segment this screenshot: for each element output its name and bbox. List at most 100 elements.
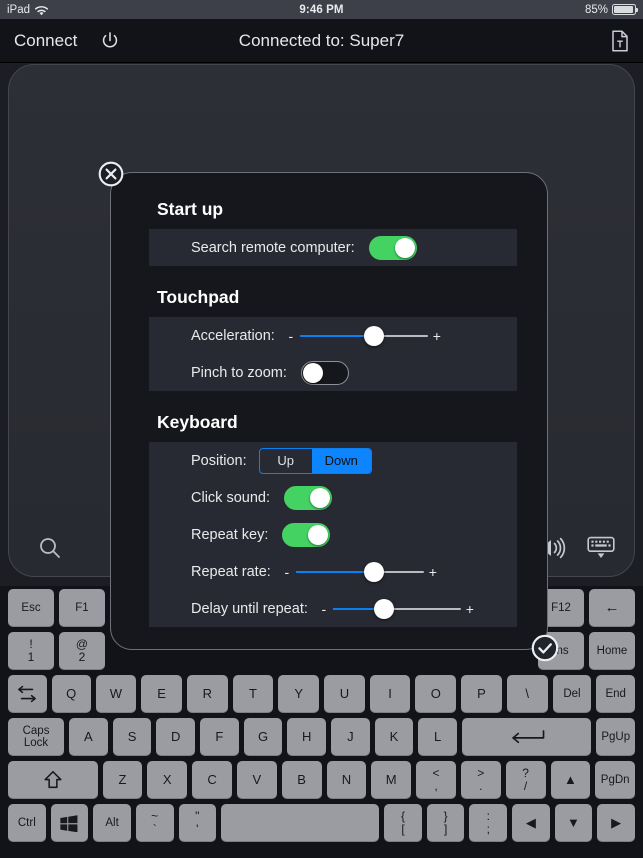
segment-up[interactable]: Up [260,449,312,473]
key-arrow-up[interactable]: ▲ [550,761,591,799]
key-slash[interactable]: ? / [505,761,546,799]
close-circle-icon[interactable] [98,161,124,187]
key-esc[interactable]: Esc [8,589,54,627]
key-quote[interactable]: " ' [178,804,217,842]
key-x[interactable]: X [147,761,188,799]
key-n[interactable]: N [326,761,367,799]
key-r[interactable]: R [186,675,228,713]
key-s[interactable]: S [112,718,152,756]
connect-button[interactable]: Connect [14,31,77,51]
row-position[interactable]: Position: Up Down [149,442,517,479]
status-bar-right: 85% [584,3,639,16]
key-f1[interactable]: F1 [58,589,105,627]
key-windows[interactable] [50,804,89,842]
key-backtick[interactable]: ~ ` [135,804,174,842]
slider-minus-sign[interactable]: - [285,328,297,344]
key-end[interactable]: End [596,675,636,713]
key-l[interactable]: L [418,718,457,756]
label-search-remote-computer: Search remote computer: [191,239,355,256]
key-arrow-left[interactable]: ◀ [512,804,550,842]
segmented-keyboard-position[interactable]: Up Down [258,447,372,474]
toggle-repeat-key[interactable] [282,522,331,547]
key-1[interactable]: ! 1 [8,632,54,670]
key-o[interactable]: O [415,675,457,713]
key-home[interactable]: Home [589,632,635,670]
keyboard-hide-icon[interactable] [586,535,616,566]
section-title-startup: Start up [157,199,224,219]
key-a[interactable]: A [69,718,108,756]
key-b[interactable]: B [281,761,322,799]
key-pgdn[interactable]: PgDn [595,761,636,799]
label-position: Position: [191,452,247,469]
key-j[interactable]: J [330,718,370,756]
slider-plus-sign[interactable]: + [464,601,476,617]
slider-track-delay-until-repeat[interactable] [332,598,461,619]
row-pinch-to-zoom[interactable]: Pinch to zoom: [149,354,517,391]
key-backslash[interactable]: \ [506,675,548,713]
row-repeat-rate[interactable]: Repeat rate: - + [149,553,517,590]
key-i[interactable]: I [369,675,411,713]
key-arrow-down[interactable]: ▼ [554,804,593,842]
toggle-click-sound[interactable] [283,485,332,510]
key-2[interactable]: @2 [58,632,105,670]
key-d[interactable]: D [156,718,196,756]
slider-plus-sign[interactable]: + [431,328,443,344]
key-p[interactable]: P [461,675,502,713]
key-m[interactable]: M [371,761,412,799]
status-bar-clock: 9:46 PM [299,3,344,16]
key-c[interactable]: C [192,761,232,799]
key-comma[interactable]: <, [416,761,456,799]
row-click-sound[interactable]: Click sound: [149,479,517,516]
document-icon[interactable] [611,30,629,52]
key-ctrl[interactable]: Ctrl [8,804,46,842]
key-w[interactable]: W [95,675,137,713]
key-tab[interactable] [8,675,47,713]
battery-percent-label: 85% [584,3,608,16]
key-arrow-right[interactable]: ▶ [597,804,635,842]
key-g[interactable]: G [243,718,283,756]
row-search-remote-computer[interactable]: Search remote computer: [149,229,517,266]
slider-acceleration[interactable]: - + [285,325,443,346]
key-v[interactable]: V [236,761,277,799]
key-bracket-left[interactable]: {[ [384,804,422,842]
key-f[interactable]: F [200,718,239,756]
slider-delay-until-repeat[interactable]: - + [318,598,476,619]
slider-minus-sign[interactable]: - [281,564,293,580]
search-icon[interactable] [37,535,63,566]
slider-plus-sign[interactable]: + [427,564,439,580]
power-icon[interactable] [99,30,121,52]
slider-track-acceleration[interactable] [299,325,428,346]
key-backspace[interactable]: ← [589,589,635,627]
key-bracket-right[interactable]: }] [426,804,465,842]
slider-minus-sign[interactable]: - [318,601,330,617]
slider-repeat-rate[interactable]: - + [281,561,439,582]
key-alt[interactable]: Alt [93,804,131,842]
label-pinch-to-zoom: Pinch to zoom: [191,364,287,381]
key-u[interactable]: U [324,675,365,713]
key-shift[interactable] [8,761,98,799]
row-delay-until-repeat[interactable]: Delay until repeat: - + [149,590,517,627]
toggle-pinch-to-zoom[interactable] [300,360,349,385]
key-semicolon[interactable]: :; [469,804,508,842]
row-acceleration[interactable]: Acceleration: - + [149,317,517,354]
key-e[interactable]: E [141,675,182,713]
key-h[interactable]: H [287,718,326,756]
slider-track-repeat-rate[interactable] [295,561,424,582]
key-del[interactable]: Del [552,675,592,713]
key-space[interactable] [221,804,380,842]
key-k[interactable]: K [374,718,414,756]
key-pgup[interactable]: PgUp [596,718,636,756]
check-circle-icon[interactable] [531,634,559,662]
section-box-keyboard: Position: Up Down Click sound: Repeat ke… [149,442,517,627]
segment-down[interactable]: Down [311,448,371,473]
key-z[interactable]: Z [102,761,143,799]
key-y[interactable]: Y [278,675,320,713]
settings-scroll-area[interactable]: Start up Search remote computer: Touchpa… [111,173,547,649]
key-enter[interactable] [461,718,592,756]
key-caps-lock[interactable]: Caps Lock [8,718,65,756]
key-q[interactable]: Q [51,675,91,713]
key-period[interactable]: >. [460,761,501,799]
toggle-search-remote-computer[interactable] [368,235,417,260]
row-repeat-key[interactable]: Repeat key: [149,516,517,553]
key-t[interactable]: T [232,675,274,713]
